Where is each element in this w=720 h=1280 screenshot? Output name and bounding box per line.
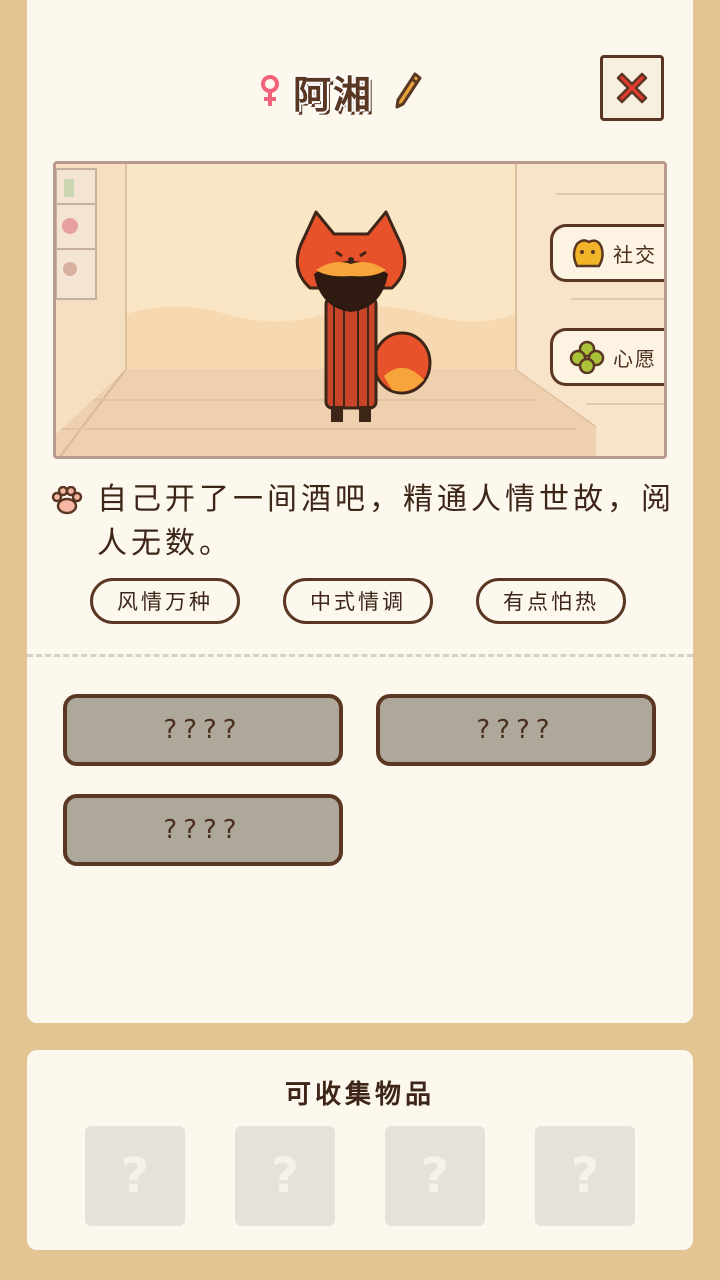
pencil-icon[interactable] [393, 70, 423, 110]
character-description: 自己开了一间酒吧，精通人情世故，阅人无数。 [97, 482, 675, 561]
wish-label: 心愿 [613, 346, 657, 371]
title-row: 阿湘 [27, 60, 693, 120]
close-button[interactable] [600, 55, 664, 121]
clover-icon [569, 340, 605, 374]
tag-2: 中式情调 [283, 578, 433, 624]
collectibles-card: 可收集物品 ? ? ? ? [27, 1050, 693, 1250]
close-x-icon [616, 72, 648, 104]
female-icon [261, 75, 279, 106]
collectible-slot-1[interactable]: ? [85, 1126, 185, 1226]
character-scene: 社交 心愿 [53, 161, 667, 459]
collectible-slot-2[interactable]: ? [235, 1126, 335, 1226]
tag-1: 风情万种 [90, 578, 240, 624]
collectible-slot-3[interactable]: ? [385, 1126, 485, 1226]
tag-3: 有点怕热 [476, 578, 626, 624]
collectibles-title: 可收集物品 [284, 1080, 435, 1110]
social-icon [572, 239, 604, 268]
locked-slot-1[interactable]: ???? [63, 694, 343, 766]
character-name: 阿湘 [293, 73, 374, 117]
collectible-slot-4[interactable]: ? [535, 1126, 635, 1226]
social-button[interactable]: 社交 [550, 224, 664, 282]
character-card: 阿湘 社交 心愿 自己开了一间酒吧，精通人情世故，阅人无数。 风情万种 中式情调… [27, 0, 693, 1023]
locked-slot-3[interactable]: ???? [63, 794, 343, 866]
fox-character[interactable] [274, 208, 454, 438]
locked-slot-2[interactable]: ???? [376, 694, 656, 766]
social-label: 社交 [613, 242, 657, 267]
paw-icon [51, 486, 83, 515]
wish-button[interactable]: 心愿 [550, 328, 664, 386]
dashed-divider [27, 654, 693, 657]
